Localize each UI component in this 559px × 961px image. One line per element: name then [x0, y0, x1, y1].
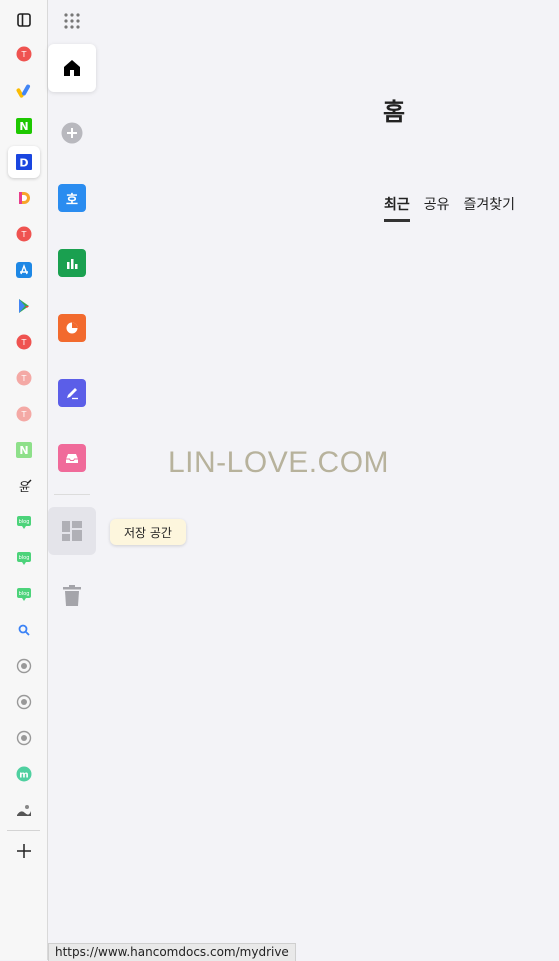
search-icon[interactable] [8, 614, 40, 646]
app-store-icon[interactable] [8, 254, 40, 286]
tab-shared[interactable]: 공유 [424, 194, 450, 222]
browser-sidebar: T N D T T T T N 윤 blog blog blog m [0, 0, 48, 960]
svg-text:T: T [21, 338, 27, 347]
svg-text:blog: blog [19, 519, 30, 525]
add-circle-icon [61, 122, 83, 144]
naver-faded-icon[interactable]: N [8, 434, 40, 466]
status-url: https://www.hancomdocs.com/mydrive [48, 943, 296, 961]
rail-hangul[interactable]: 호 [48, 174, 96, 222]
image-app-icon[interactable] [8, 794, 40, 826]
home-icon [64, 60, 80, 76]
rail-note[interactable] [48, 369, 96, 417]
storage-dashboard-icon [62, 521, 82, 541]
sidebar-divider [7, 830, 40, 831]
blog-icon[interactable]: blog [8, 542, 40, 574]
content-tabs: 최근 공유 즐겨찾기 [384, 194, 515, 222]
inbox-icon [58, 444, 86, 472]
sidebar-toggle-icon[interactable] [8, 4, 40, 36]
naver-icon[interactable]: N [8, 110, 40, 142]
d-app-icon[interactable]: D [8, 146, 40, 178]
google-ads-icon[interactable] [8, 74, 40, 106]
rail-storage[interactable] [48, 507, 96, 555]
radio-icon[interactable] [8, 722, 40, 754]
tab-favorites[interactable]: 즐겨찾기 [464, 194, 516, 222]
blog-icon[interactable]: blog [8, 578, 40, 610]
radio-icon[interactable] [8, 686, 40, 718]
note-pen-icon [58, 379, 86, 407]
storage-tooltip: 저장 공간 [110, 519, 186, 545]
rail-new[interactable] [48, 109, 96, 157]
hangul-icon: 호 [58, 184, 86, 212]
hanshow-icon [58, 314, 86, 342]
rail-divider [54, 494, 90, 495]
tab-recent[interactable]: 최근 [384, 194, 410, 222]
rail-inbox[interactable] [48, 434, 96, 482]
svg-text:blog: blog [19, 555, 30, 561]
rail-trash[interactable] [48, 572, 96, 620]
favicon-red-icon[interactable]: T [8, 326, 40, 358]
blog-icon[interactable]: blog [8, 506, 40, 538]
svg-text:m: m [19, 771, 28, 781]
trash-icon [63, 585, 81, 606]
hangul-label: 호 [66, 192, 78, 208]
svg-text:T: T [21, 374, 27, 383]
app-rail: 호 [48, 0, 98, 960]
svg-text:N: N [19, 444, 28, 457]
hancell-icon [58, 249, 86, 277]
svg-text:T: T [21, 410, 27, 419]
svg-text:D: D [19, 157, 28, 170]
svg-text:N: N [19, 120, 28, 133]
favicon-red-faded-icon[interactable]: T [8, 398, 40, 430]
svg-text:T: T [21, 230, 27, 239]
page-title: 홈 [383, 98, 406, 126]
rail-home[interactable] [48, 44, 96, 92]
add-icon[interactable] [8, 835, 40, 867]
svg-text:T: T [21, 50, 27, 59]
rail-hancell[interactable] [48, 239, 96, 287]
favicon-red-icon[interactable]: T [8, 38, 40, 70]
text-app-icon[interactable]: 윤 [8, 470, 40, 502]
m-app-icon[interactable]: m [8, 758, 40, 790]
radio-icon[interactable] [8, 650, 40, 682]
favicon-red-icon[interactable]: T [8, 218, 40, 250]
watermark: LIN-LOVE.COM [168, 446, 390, 479]
svg-text:blog: blog [19, 591, 30, 597]
rail-hanshow[interactable] [48, 304, 96, 352]
google-play-icon[interactable] [8, 290, 40, 322]
d-gradient-icon[interactable] [8, 182, 40, 214]
favicon-red-faded-icon[interactable]: T [8, 362, 40, 394]
